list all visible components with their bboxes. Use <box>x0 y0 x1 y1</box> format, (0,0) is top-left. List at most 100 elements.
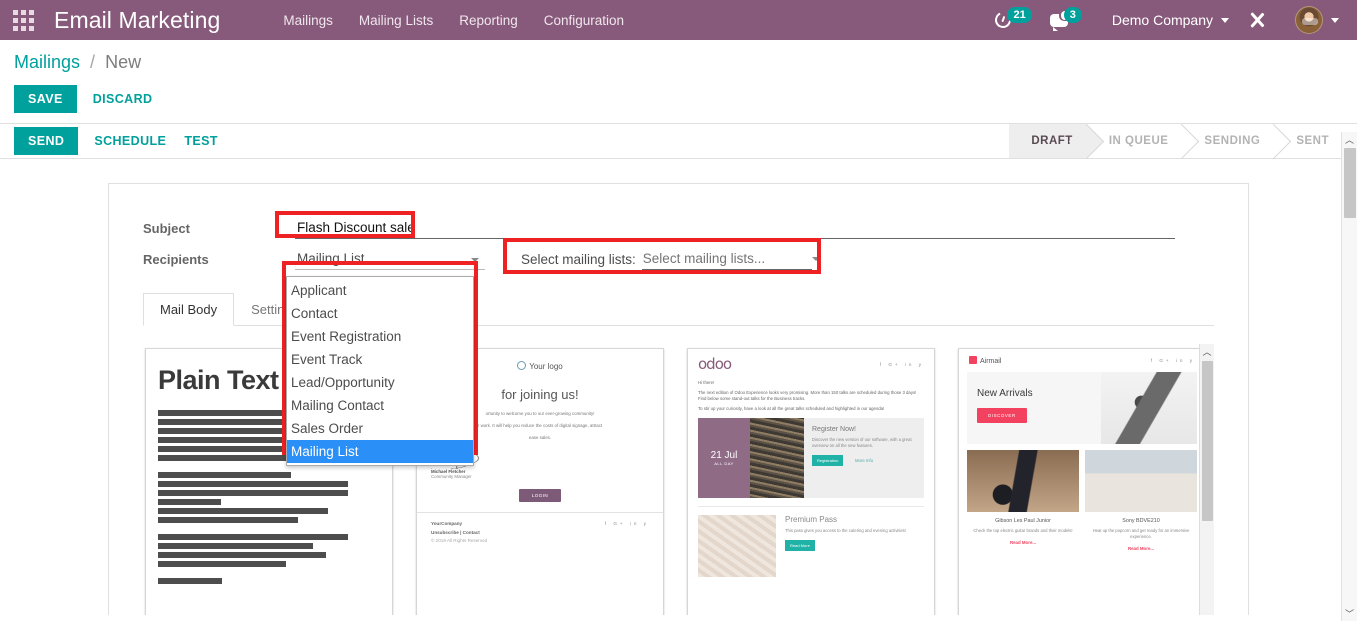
page-scroll-down-arrow[interactable]: ﹀ <box>1342 606 1357 621</box>
footer-company: YourCompany <box>431 521 463 526</box>
product-text: Heat up the popcorn and get ready for an… <box>1092 528 1190 539</box>
recipients-select-value: Mailing List <box>297 251 365 266</box>
theme-odoo-paragraph-1: The next edition of Odoo Experience look… <box>698 389 917 402</box>
workflow-buttons: SEND SCHEDULE TEST <box>14 127 220 155</box>
debug-tools-button[interactable] <box>1239 6 1275 34</box>
page-scrollbar[interactable]: ︿ ﹀ <box>1341 132 1357 621</box>
event-date-block: 21 Jul ALL DAY <box>698 418 750 498</box>
status-step-draft[interactable]: DRAFT <box>1009 124 1087 158</box>
messages-menu[interactable]: 3 <box>1042 7 1090 32</box>
premium-photo <box>698 515 776 577</box>
product-card[interactable]: Gibson Les Paul Junior Check the top ele… <box>967 450 1079 559</box>
statusbar-row: SEND SCHEDULE TEST DRAFT IN QUEUE SENDIN… <box>0 124 1357 159</box>
navbar-right-tools: 21 3 Demo Company <box>987 2 1347 38</box>
apps-menu-button[interactable] <box>0 9 46 31</box>
menu-item-mailing-lists[interactable]: Mailing Lists <box>346 2 446 39</box>
dropdown-option-applicant[interactable]: Applicant <box>287 279 473 302</box>
apps-grid-icon <box>12 9 34 31</box>
recipients-select[interactable]: Mailing List <box>295 249 485 270</box>
product-title: Gibson Les Paul Junior <box>995 518 1051 524</box>
company-switcher[interactable]: Demo Company <box>1092 8 1237 32</box>
placeholder-bars <box>146 578 392 584</box>
discover-button[interactable]: DISCOVER <box>977 408 1027 423</box>
read-more-link[interactable]: Read More... <box>967 540 1079 545</box>
footer-links[interactable]: Unsubscribe | Contact <box>431 530 487 535</box>
logo-icon <box>517 361 527 370</box>
page-scrollbar-thumb[interactable] <box>1344 148 1356 218</box>
dropdown-option-mailing-contact[interactable]: Mailing Contact <box>287 394 473 417</box>
theme-odoo-event-card: 21 Jul ALL DAY Register Now! Discover th… <box>698 418 924 498</box>
footer-rights: © 2018 All Rights Reserved <box>431 538 488 543</box>
breadcrumb: Mailings / New <box>14 40 1357 77</box>
theme-card-odoo-newsletter[interactable]: odoo f G+ in y Hi there! The next editio… <box>687 348 935 615</box>
theme-airmail-header: Airmail f G+ in y <box>959 349 1205 370</box>
event-day: 21 Jul <box>710 450 738 461</box>
social-icons[interactable]: f G+ in y <box>605 521 649 543</box>
logo-icon <box>969 356 977 364</box>
recipients-dropdown-menu[interactable]: Applicant Contact Event Registration Eve… <box>286 276 474 466</box>
message-count-badge: 3 <box>1063 7 1082 23</box>
dropdown-option-lead-opportunity[interactable]: Lead/Opportunity <box>287 371 473 394</box>
chevron-down-icon <box>1221 17 1229 23</box>
discard-button[interactable]: DISCARD <box>91 85 155 113</box>
tab-mail-body[interactable]: Mail Body <box>143 293 235 326</box>
main-menu: Mailings Mailing Lists Reporting Configu… <box>270 2 637 39</box>
activity-count-badge: 21 <box>1007 7 1032 23</box>
product-text: Check the top electric guitar brands and… <box>973 528 1073 533</box>
dropdown-option-event-track[interactable]: Event Track <box>287 348 473 371</box>
premium-title: Premium Pass <box>785 515 838 524</box>
theme-card-airmail[interactable]: Airmail f G+ in y New Arrivals DISCOVER <box>958 348 1206 615</box>
recipients-label: Recipients <box>143 252 209 267</box>
event-card-body: Register Now! Discover the new version o… <box>804 418 924 498</box>
theme-welcome-signer-role: Community Manager <box>431 474 472 479</box>
product-image-guitar <box>967 450 1079 512</box>
activities-menu[interactable]: 21 <box>987 7 1039 32</box>
menu-item-configuration[interactable]: Configuration <box>531 2 637 39</box>
dropdown-option-mailing-list[interactable]: Mailing List <box>287 440 473 463</box>
theme-welcome-footer: YourCompany Unsubscribe | Contact © 2018… <box>417 512 663 543</box>
save-button[interactable]: SAVE <box>14 85 77 113</box>
send-button[interactable]: SEND <box>14 127 79 155</box>
dropdown-option-event-registration[interactable]: Event Registration <box>287 325 473 348</box>
product-card[interactable]: Sony BDVE210 Heat up the popcorn and get… <box>1085 450 1197 559</box>
status-bar: DRAFT IN QUEUE SENDING SENT <box>1009 124 1343 158</box>
test-button[interactable]: TEST <box>182 127 220 155</box>
placeholder-bars <box>146 472 392 523</box>
page-scroll-up-arrow[interactable]: ︿ <box>1342 132 1357 147</box>
avatar <box>1295 6 1323 34</box>
breadcrumb-separator: / <box>90 52 96 72</box>
social-icons[interactable]: f G+ in y <box>880 362 924 367</box>
dropdown-option-contact[interactable]: Contact <box>287 302 473 325</box>
divider <box>698 506 924 507</box>
menu-item-reporting[interactable]: Reporting <box>446 2 531 39</box>
mailing-lists-label: Select mailing lists: <box>521 252 636 267</box>
theme-area-scrollbar[interactable]: ︿ <box>1199 344 1214 615</box>
registration-button[interactable]: Registration <box>812 455 844 466</box>
chevron-down-icon <box>811 257 820 261</box>
breadcrumb-current-new: New <box>105 52 142 72</box>
schedule-button[interactable]: SCHEDULE <box>92 127 168 155</box>
event-card-title: Register Now! <box>812 426 856 433</box>
airmail-logo: Airmail <box>969 356 1001 365</box>
mailing-lists-field: Select mailing lists: <box>521 249 820 270</box>
theme-welcome-login-button[interactable]: LOGIN <box>519 489 561 502</box>
scroll-up-arrow[interactable]: ︿ <box>1200 344 1214 359</box>
breadcrumb-root-mailings[interactable]: Mailings <box>14 52 80 72</box>
read-more-button[interactable]: Read More <box>785 540 815 551</box>
control-panel: Mailings / New SAVE DISCARD <box>0 40 1357 124</box>
form-sheet: Subject Recipients Mailing List Select m… <box>108 183 1249 615</box>
app-brand-title[interactable]: Email Marketing <box>46 7 228 34</box>
mailing-lists-input[interactable] <box>641 249 812 270</box>
social-icons[interactable]: f G+ in y <box>1151 358 1195 363</box>
product-grid: Gibson Les Paul Junior Check the top ele… <box>967 450 1197 559</box>
read-more-link[interactable]: Read More... <box>1085 546 1197 551</box>
dropdown-option-sales-order[interactable]: Sales Order <box>287 417 473 440</box>
menu-item-mailings[interactable]: Mailings <box>270 2 346 39</box>
more-info-link[interactable]: More Info <box>855 458 873 463</box>
scrollbar-thumb[interactable] <box>1202 361 1213 521</box>
user-menu[interactable] <box>1277 2 1347 38</box>
subject-input[interactable] <box>295 218 1175 239</box>
subject-label: Subject <box>143 221 190 236</box>
theme-odoo-greeting: Hi there! <box>698 380 715 385</box>
company-name-label: Demo Company <box>1111 12 1213 28</box>
